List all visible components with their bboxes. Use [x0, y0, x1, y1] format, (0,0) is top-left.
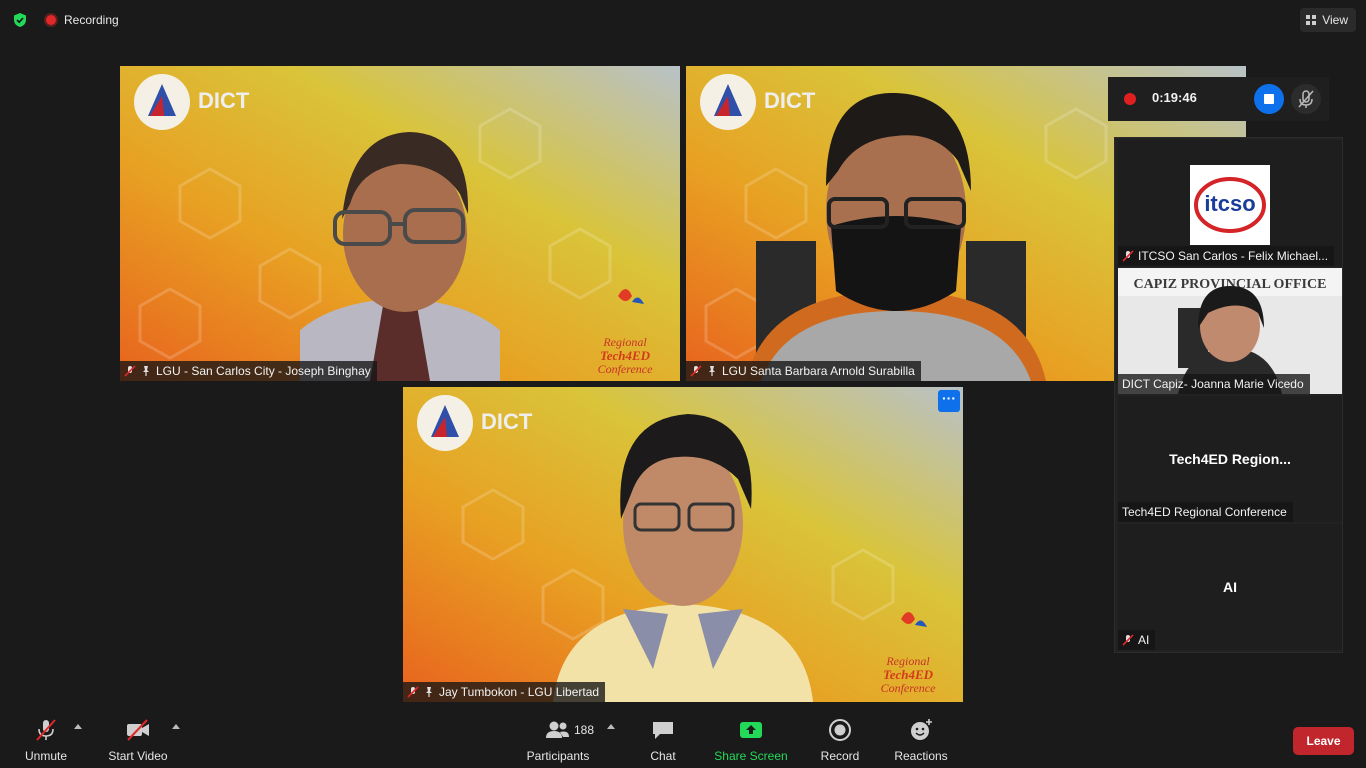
muted-mic-icon [1122, 634, 1134, 646]
share-screen-label: Share Screen [714, 749, 788, 763]
participant-display-name: Tech4ED Region... [1169, 451, 1291, 467]
video-tile-participant-3[interactable]: DICT Regional Tech4ED Conference ··· Jay… [403, 387, 963, 702]
unmute-label: Unmute [24, 749, 68, 763]
record-icon [829, 719, 851, 741]
participants-label: Participants [526, 749, 590, 763]
muted-mic-icon [690, 365, 702, 377]
participant-name: AI [1138, 633, 1150, 647]
participant-name-tag: LGU Santa Barbara Arnold Surabilla [686, 361, 921, 381]
svg-text:DICT: DICT [481, 409, 533, 434]
chat-label: Chat [650, 749, 676, 763]
participant-name-tag: Jay Tumbokon - LGU Libertad [403, 682, 606, 702]
unmute-button[interactable]: Unmute [22, 718, 70, 763]
security-shield-icon[interactable] [12, 12, 28, 28]
pin-icon [709, 366, 715, 376]
muted-mic-icon [407, 686, 419, 698]
top-status-bar: Recording View [0, 0, 1366, 40]
view-button[interactable]: View [1300, 8, 1356, 32]
participant-video [553, 414, 813, 702]
side-tile-ai[interactable]: AI AI [1118, 524, 1342, 650]
participant-name-tag: Tech4ED Regional Conference [1118, 502, 1293, 522]
muted-mic-icon [1122, 250, 1134, 262]
reactions-icon [911, 719, 932, 740]
participant-name: Tech4ED Regional Conference [1122, 505, 1287, 519]
participant-name-tag: DICT Capiz- Joanna Marie Vicedo [1118, 374, 1310, 394]
participant-display-name: AI [1223, 579, 1237, 595]
svg-text:Regional: Regional [885, 654, 930, 668]
side-participant-panel: itcso ITCSO San Carlos - Felix Michael..… [1114, 137, 1343, 653]
pin-icon [143, 366, 149, 376]
pin-icon [426, 687, 432, 697]
itcso-logo: itcso [1190, 165, 1270, 245]
start-video-label: Start Video [108, 749, 168, 763]
mic-off-icon [1298, 90, 1314, 108]
participant-name: LGU - San Carlos City - Joseph Binghay [156, 364, 371, 378]
svg-text:Regional: Regional [602, 335, 647, 349]
participants-options-chevron-icon[interactable] [607, 724, 615, 729]
recording-control-panel: 0:19:46 [1108, 77, 1329, 121]
participant-video [746, 92, 1046, 381]
start-video-button[interactable]: Start Video [106, 718, 170, 763]
side-tile-dict-capiz[interactable]: CAPIZ PROVINCIAL OFFICE DICT Capiz- Joan… [1118, 268, 1342, 394]
participant-name: ITCSO San Carlos - Felix Michael... [1138, 249, 1329, 263]
recording-elapsed-time: 0:19:46 [1152, 90, 1197, 105]
mic-muted-icon [36, 719, 56, 741]
chat-button[interactable]: Chat [643, 718, 683, 763]
grid-view-icon [1306, 15, 1317, 25]
participants-icon [546, 721, 569, 738]
stop-recording-button[interactable] [1254, 84, 1284, 114]
svg-text:DICT: DICT [198, 88, 250, 113]
video-off-icon [127, 719, 149, 741]
record-button[interactable]: Record [818, 718, 862, 763]
participant-name-tag: ITCSO San Carlos - Felix Michael... [1118, 246, 1335, 266]
record-label: Record [820, 749, 860, 763]
participant-name-tag: AI [1118, 630, 1156, 650]
recording-label: Recording [64, 13, 119, 27]
participant-name: DICT Capiz- Joanna Marie Vicedo [1122, 377, 1304, 391]
mute-recording-audio-button[interactable] [1291, 84, 1321, 114]
svg-text:itcso: itcso [1204, 191, 1255, 216]
recording-dot-icon [1124, 93, 1136, 105]
participant-name: Jay Tumbokon - LGU Libertad [439, 685, 600, 699]
svg-text:Tech4ED: Tech4ED [600, 348, 651, 363]
audio-options-chevron-icon[interactable] [74, 724, 82, 729]
participant-name-tag: LGU - San Carlos City - Joseph Binghay [120, 361, 377, 381]
participant-name: LGU Santa Barbara Arnold Surabilla [722, 364, 915, 378]
view-label: View [1322, 13, 1348, 27]
reactions-label: Reactions [894, 749, 948, 763]
participant-video [300, 132, 500, 381]
recording-indicator-icon [44, 13, 58, 27]
leave-meeting-button[interactable]: Leave [1293, 727, 1354, 755]
video-tile-participant-1[interactable]: DICT Regional Tech4ED Conference LGU - S… [120, 66, 680, 381]
video-options-chevron-icon[interactable] [172, 724, 180, 729]
svg-text:Conference: Conference [598, 362, 654, 376]
reactions-button[interactable]: Reactions [893, 718, 949, 763]
share-screen-icon [740, 722, 762, 738]
more-options-button[interactable]: ··· [938, 390, 960, 412]
participants-count: 188 [574, 723, 595, 737]
svg-text:Tech4ED: Tech4ED [883, 667, 934, 682]
share-screen-button[interactable]: Share Screen [713, 718, 789, 763]
muted-mic-icon [124, 365, 136, 377]
meeting-toolbar: Unmute Start Video Participants 188 Chat [0, 708, 1366, 768]
svg-text:Conference: Conference [881, 681, 937, 695]
chat-icon [653, 722, 673, 739]
stop-icon [1264, 94, 1274, 104]
side-tile-tech4ed[interactable]: Tech4ED Region... Tech4ED Regional Confe… [1118, 396, 1342, 522]
side-tile-itcso[interactable]: itcso ITCSO San Carlos - Felix Michael..… [1118, 140, 1342, 266]
